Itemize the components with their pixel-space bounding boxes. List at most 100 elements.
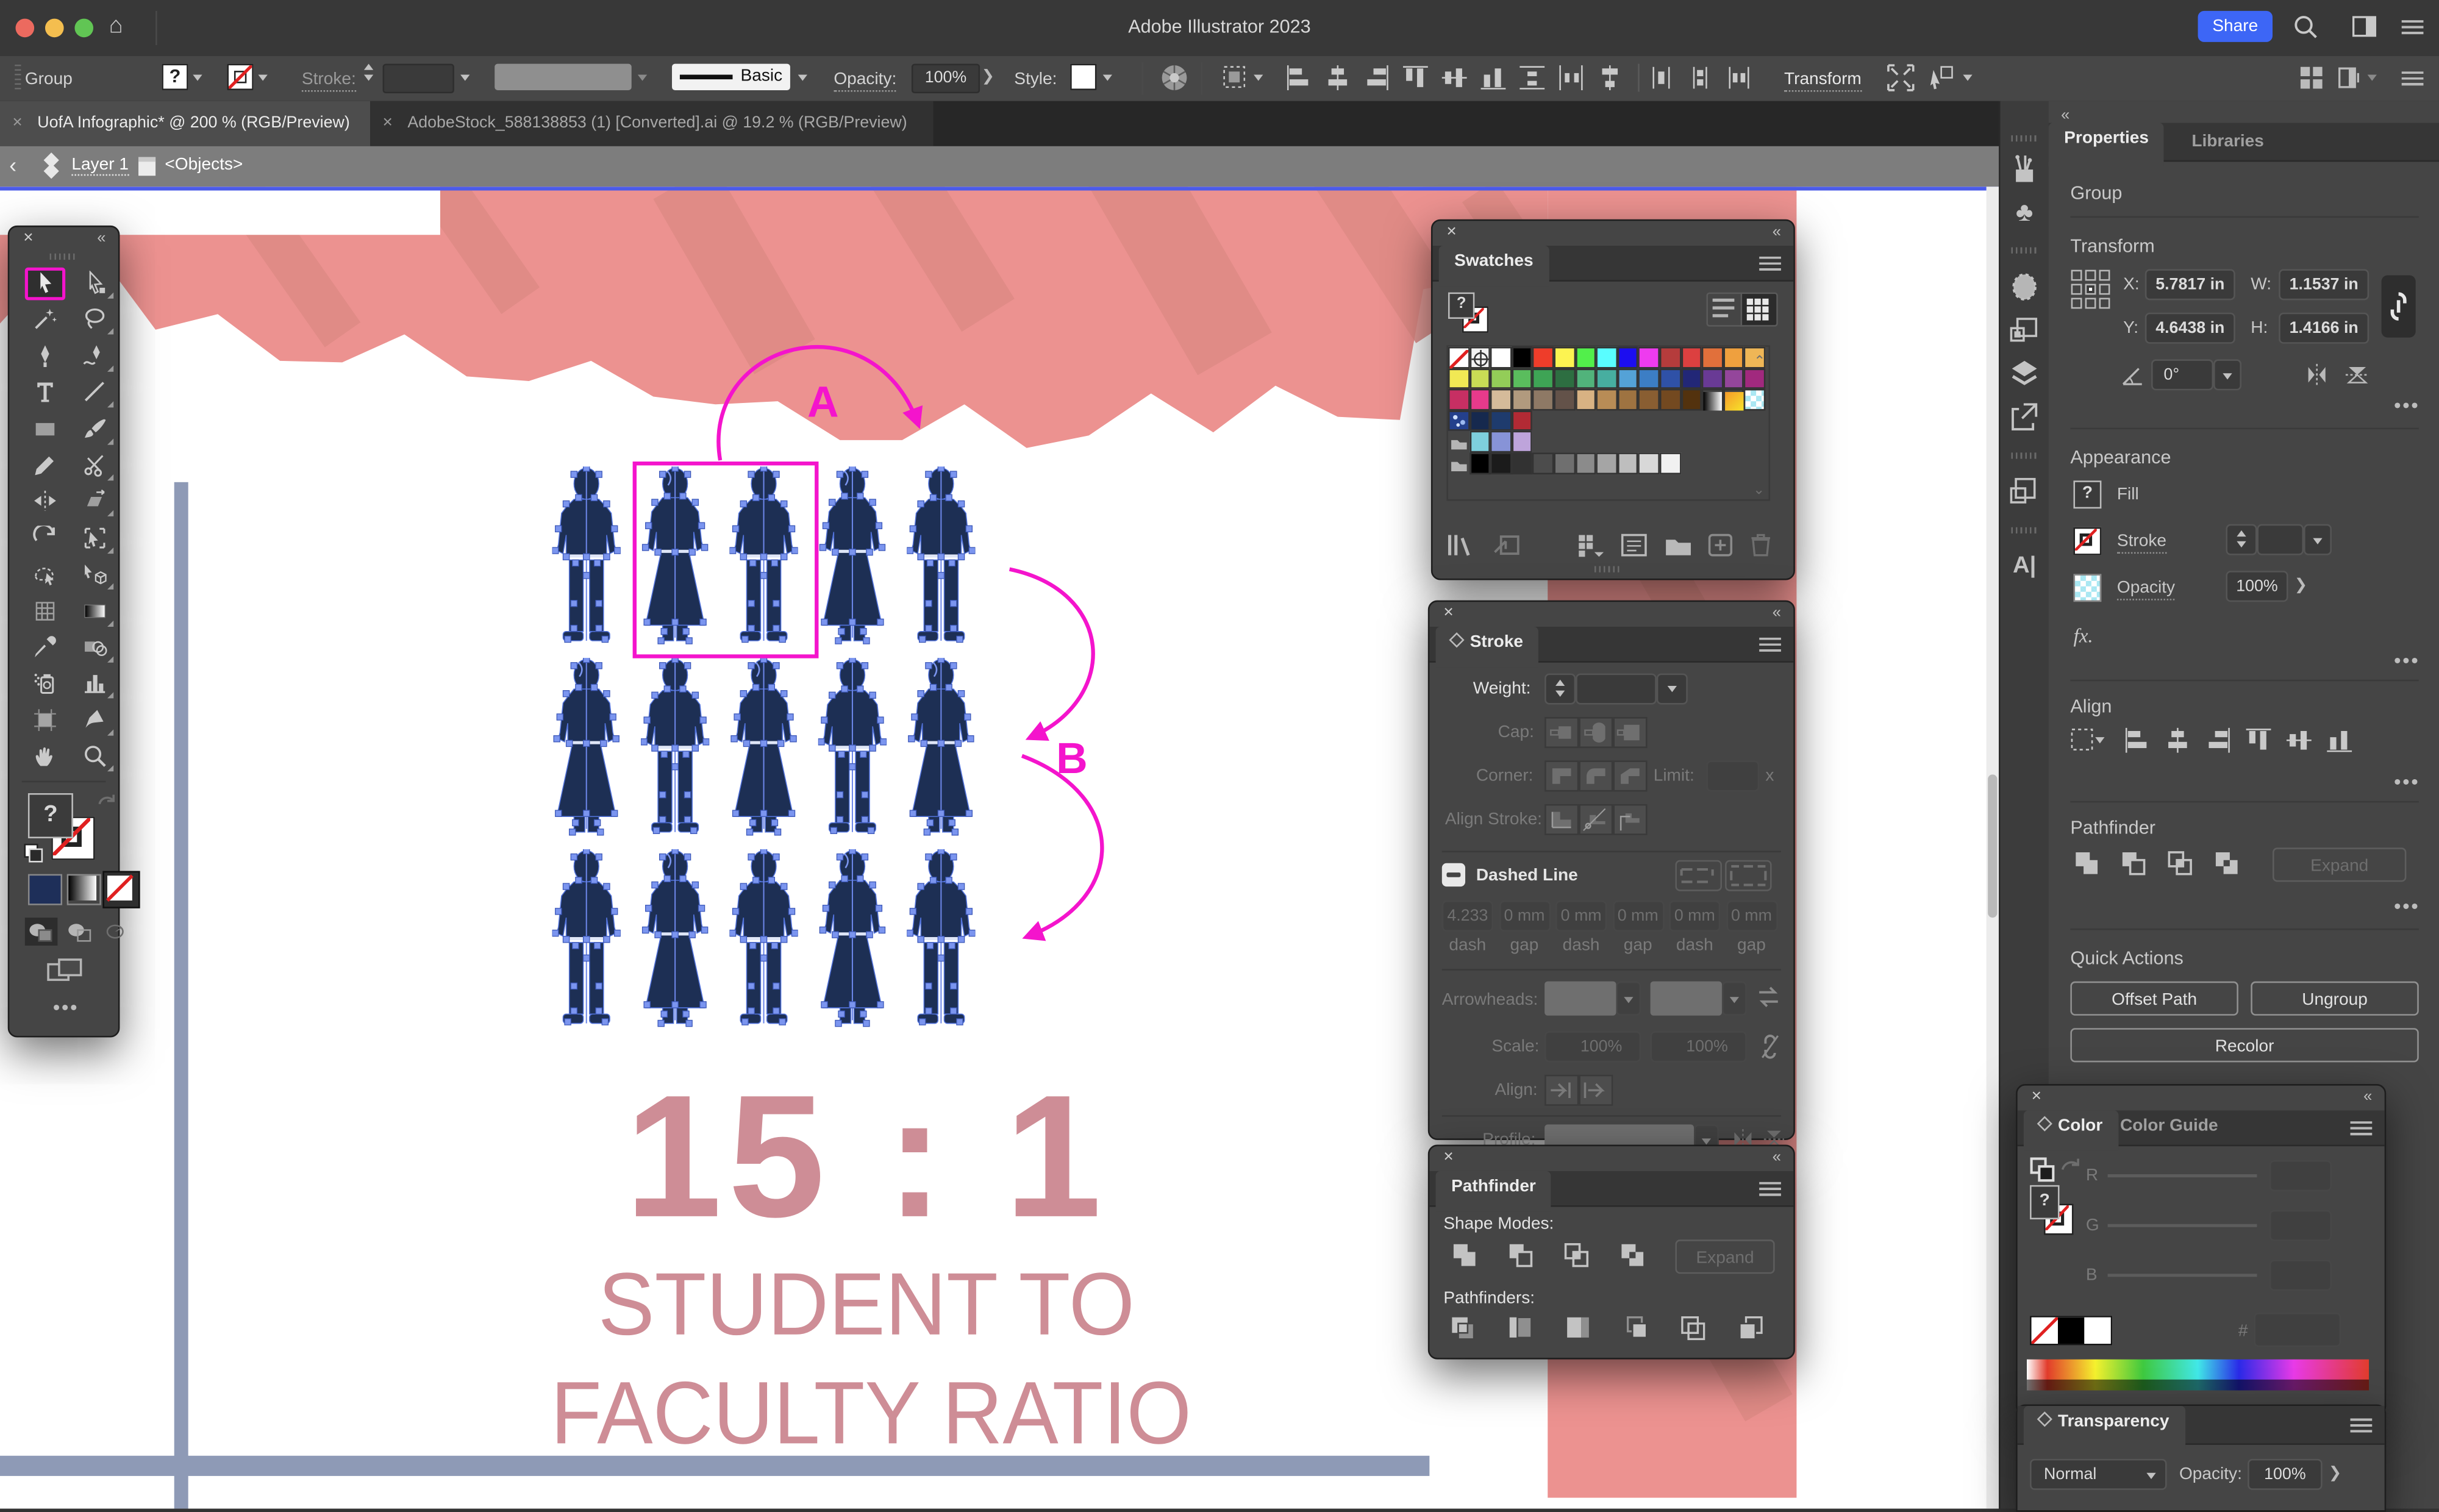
stroke-weight-stepper[interactable]	[2226, 524, 2257, 555]
scroll-down-icon[interactable]: ⌃	[1754, 479, 1765, 496]
tool-column-graph[interactable]	[74, 668, 115, 701]
stroke-style-dropdown-icon[interactable]	[798, 74, 807, 80]
cap-button-0[interactable]	[1544, 717, 1579, 748]
swatch-color[interactable]	[1533, 347, 1554, 368]
tool-gradient[interactable]	[74, 595, 115, 628]
swatch-color[interactable]	[1702, 368, 1723, 390]
collapse-panel-icon[interactable]: «	[1773, 1149, 1780, 1166]
tool-shaper[interactable]	[25, 558, 65, 591]
screen-mode-icon[interactable]	[47, 958, 84, 994]
color-spectrum-bar[interactable]	[2027, 1360, 2369, 1391]
pictogram-woman[interactable]	[554, 657, 619, 835]
pictogram-man[interactable]	[907, 465, 975, 643]
swatch-color[interactable]	[1618, 389, 1639, 410]
stroke-weight-value[interactable]	[2257, 524, 2304, 555]
pictogram-woman[interactable]	[731, 657, 796, 835]
add-from-library-icon[interactable]	[1491, 532, 1523, 566]
shape-mode-button-3[interactable]	[2210, 847, 2257, 883]
align-h-right-icon[interactable]	[2204, 726, 2232, 762]
swatch-pattern[interactable]	[1744, 389, 1766, 410]
swatch-color[interactable]	[1469, 452, 1491, 474]
swatch-color[interactable]	[1512, 347, 1533, 368]
align-d-v-icon[interactable]	[1518, 64, 1546, 100]
pictogram-woman[interactable]	[820, 847, 885, 1026]
stroke-style-dropdown[interactable]: Basic	[672, 64, 790, 90]
panel-menu-icon[interactable]	[2351, 1121, 2373, 1135]
swatch-color[interactable]	[1490, 368, 1512, 390]
align-v-top-icon[interactable]	[1401, 64, 1429, 100]
swatch-color[interactable]	[1618, 347, 1639, 368]
swatch-color[interactable]	[1490, 389, 1512, 410]
dash-preset-1-button[interactable]	[1675, 860, 1722, 891]
arrowhead-start-chevron[interactable]	[1616, 982, 1641, 1016]
tool-zoom[interactable]	[74, 741, 115, 774]
align-h-left-icon[interactable]	[1285, 64, 1313, 100]
brushes-icon[interactable]	[2010, 154, 2039, 184]
more-options-icon[interactable]: •••	[2394, 649, 2419, 672]
corner-button-1[interactable]	[1579, 760, 1613, 791]
tool-magic-wand[interactable]	[25, 304, 65, 337]
align-d-m-icon[interactable]	[1596, 64, 1624, 100]
brush-definition-dropdown[interactable]	[495, 64, 631, 90]
corner-button-2[interactable]	[1613, 760, 1647, 791]
swatch-color[interactable]	[1681, 389, 1702, 410]
align-h-left-icon[interactable]	[2123, 726, 2151, 762]
distribute-s-v-icon[interactable]	[1686, 64, 1714, 100]
swatch-color[interactable]	[1618, 452, 1639, 474]
shape-mode-button-3[interactable]	[1616, 1239, 1672, 1275]
tool-artboard[interactable]	[25, 704, 65, 737]
fill-swatch[interactable]: ?	[2073, 480, 2101, 508]
opacity-swatch[interactable]	[2073, 574, 2101, 602]
cap-button-1[interactable]	[1579, 717, 1613, 748]
more-options-icon[interactable]: •••	[2394, 770, 2419, 793]
transparency-opacity-chevron-icon[interactable]: ❯	[2329, 1465, 2341, 1482]
dash-gap-input-0[interactable]: 4.233	[1442, 900, 1493, 932]
offset-path-button[interactable]: Offset Path	[2070, 982, 2238, 1016]
scroll-up-icon[interactable]: ⌃	[1754, 353, 1765, 370]
stroke-weight-label[interactable]: Stroke:	[302, 70, 356, 92]
swatch-pattern[interactable]	[1448, 410, 1469, 432]
swatch-color[interactable]	[1533, 452, 1554, 474]
stroke-dropdown-icon[interactable]	[258, 74, 267, 80]
search-icon[interactable]	[2293, 14, 2318, 47]
dash-gap-input-1[interactable]: 0 mm	[1499, 900, 1550, 932]
arrowhead-end-chevron[interactable]	[1722, 982, 1747, 1016]
pathfinder-button-5[interactable]	[1736, 1314, 1793, 1350]
close-tab-icon[interactable]: ×	[12, 113, 22, 132]
swatch-color[interactable]	[1554, 368, 1575, 390]
swatch-color[interactable]	[1448, 389, 1469, 410]
hex-input[interactable]	[2254, 1313, 2341, 1347]
swatch-color[interactable]	[1638, 389, 1660, 410]
align-v-bottom-icon[interactable]	[2326, 726, 2354, 762]
weight-input[interactable]	[1576, 674, 1657, 705]
tool-puppet-warp[interactable]	[74, 522, 115, 555]
shape-mode-button-0[interactable]	[1448, 1239, 1504, 1275]
pictogram-man[interactable]	[552, 847, 621, 1025]
shape-mode-button-1[interactable]	[2117, 847, 2164, 883]
opacity-value[interactable]: 100%	[2226, 571, 2288, 602]
layers-diamond-icon[interactable]	[40, 152, 62, 187]
tool-perspective-selection[interactable]	[74, 558, 115, 591]
pathfinder-button-3[interactable]	[1621, 1314, 1678, 1350]
tool-scissors[interactable]	[74, 449, 115, 482]
swatch-color[interactable]	[1660, 368, 1681, 390]
new-swatch-icon[interactable]	[1706, 532, 1737, 566]
stroke-weight-dropdown-icon[interactable]	[460, 74, 470, 80]
tool-rotate[interactable]	[25, 522, 65, 555]
draw-inside-button[interactable]	[99, 918, 132, 946]
collapse-panel-icon[interactable]: «	[1773, 605, 1780, 622]
pictogram-woman[interactable]	[909, 657, 974, 835]
swatch-registration[interactable]	[1469, 347, 1491, 368]
tool-mesh[interactable]	[25, 595, 65, 628]
constrain-proportions-button[interactable]	[2382, 276, 2416, 338]
tool-direct-selection[interactable]	[74, 268, 115, 301]
swatch-color[interactable]	[1638, 368, 1660, 390]
arrowhead-end-dropdown[interactable]	[1651, 982, 1722, 1016]
align-stroke-button-1[interactable]	[1579, 804, 1613, 835]
graphic-style-swatch[interactable]	[1070, 64, 1096, 90]
corner-button-0[interactable]	[1544, 760, 1579, 791]
dash-preset-2-button[interactable]	[1725, 860, 1772, 891]
shape-mode-button-2[interactable]	[2163, 847, 2210, 883]
swatch-color[interactable]	[1660, 389, 1681, 410]
align-v-center-icon[interactable]	[1440, 64, 1468, 100]
